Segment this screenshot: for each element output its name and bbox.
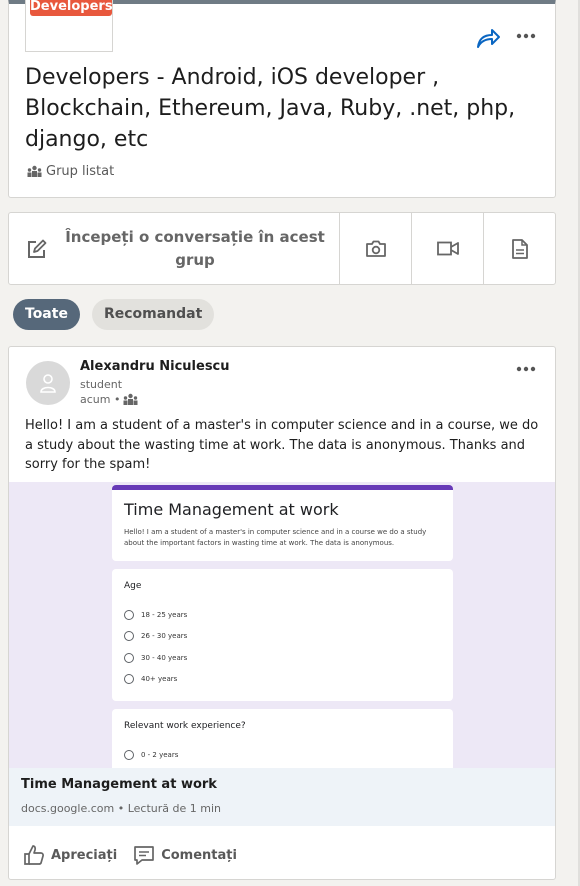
question-option: 40+ years bbox=[124, 669, 441, 691]
document-icon bbox=[511, 238, 528, 259]
radio-icon bbox=[124, 652, 134, 663]
filter-all[interactable]: Toate bbox=[13, 299, 80, 330]
group-visibility-icon bbox=[123, 393, 138, 405]
filter-recommended[interactable]: Recomandat bbox=[91, 299, 215, 330]
comment-button[interactable]: Comentați bbox=[133, 841, 237, 869]
question-label: Age bbox=[124, 581, 142, 591]
post-meta: acum • bbox=[80, 393, 138, 406]
group-logo[interactable]: Developers bbox=[25, 0, 113, 52]
form-question-experience: Relevant work experience? 0 - 2 years bbox=[112, 709, 453, 768]
question-option: 30 - 40 years bbox=[124, 647, 441, 669]
like-button[interactable]: Apreciați bbox=[23, 841, 117, 869]
post-text: Hello! I am a student of a master's in c… bbox=[25, 418, 539, 472]
post-time: acum • bbox=[80, 393, 121, 406]
group-status: Grup listat bbox=[27, 164, 114, 179]
group-header-card: Developers Developers - Android, iOS dev… bbox=[8, 0, 556, 198]
radio-icon bbox=[124, 749, 134, 760]
question-option: 26 - 30 years bbox=[124, 626, 441, 648]
form-description: Hello! I am a student of a master's in c… bbox=[124, 528, 427, 547]
composer-card: Începeți o conversație în acest grup bbox=[8, 212, 556, 285]
radio-icon bbox=[124, 609, 134, 620]
link-info[interactable]: Time Management at work docs.google.com … bbox=[9, 768, 555, 826]
compose-icon bbox=[28, 239, 47, 258]
feed-filters: Toate Recomandat bbox=[13, 299, 215, 330]
comment-icon bbox=[134, 846, 155, 865]
people-icon bbox=[27, 165, 42, 177]
post-card: Alexandru Niculescu student acum • Hello… bbox=[8, 346, 556, 880]
radio-icon bbox=[124, 631, 134, 642]
thumbs-up-icon bbox=[24, 845, 44, 865]
group-status-label: Grup listat bbox=[46, 164, 115, 179]
link-title: Time Management at work bbox=[21, 777, 217, 792]
post-more-icon[interactable] bbox=[513, 359, 539, 379]
link-preview-image[interactable]: Time Management at work Hello! I am a st… bbox=[9, 482, 555, 768]
question-label: Relevant work experience? bbox=[124, 721, 246, 731]
group-logo-badge: Developers bbox=[30, 0, 113, 16]
form-header: Time Management at work Hello! I am a st… bbox=[112, 485, 453, 561]
question-option: 18 - 25 years bbox=[124, 604, 441, 626]
camera-icon bbox=[365, 240, 386, 257]
add-video-button[interactable] bbox=[412, 213, 484, 284]
radio-icon bbox=[124, 674, 134, 685]
question-option: 0 - 2 years bbox=[124, 744, 441, 766]
form-title: Time Management at work bbox=[124, 500, 339, 519]
author-name[interactable]: Alexandru Niculescu bbox=[80, 359, 230, 374]
composer-prompt: Începeți o conversație în acest grup bbox=[65, 227, 325, 269]
add-document-button[interactable] bbox=[484, 213, 555, 284]
author-headline: student bbox=[80, 378, 123, 391]
link-source: docs.google.com • Lectură de 1 min bbox=[21, 802, 221, 815]
like-label: Apreciați bbox=[51, 847, 118, 863]
comment-label: Comentați bbox=[161, 847, 237, 863]
share-icon[interactable] bbox=[475, 26, 501, 50]
video-icon bbox=[436, 241, 459, 256]
start-conversation-button[interactable]: Începeți o conversație în acest grup bbox=[9, 213, 340, 284]
post-actions: Apreciați Comentați bbox=[23, 841, 237, 869]
more-options-icon[interactable] bbox=[513, 26, 539, 46]
group-title: Developers - Android, iOS developer , Bl… bbox=[25, 65, 516, 152]
form-question-age: Age 18 - 25 years 26 - 30 years 30 - 40 … bbox=[112, 569, 453, 701]
avatar[interactable] bbox=[26, 361, 70, 405]
add-photo-button[interactable] bbox=[340, 213, 412, 284]
person-icon bbox=[40, 374, 56, 393]
